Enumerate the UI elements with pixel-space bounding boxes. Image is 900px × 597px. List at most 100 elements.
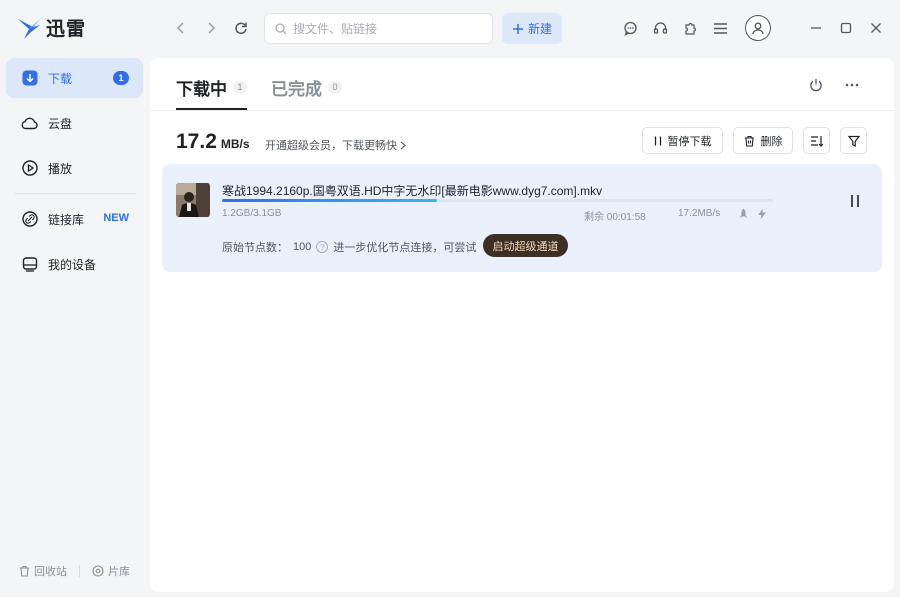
- user-avatar[interactable]: [745, 15, 771, 41]
- sidebar-item-cloud[interactable]: 云盘: [6, 103, 143, 143]
- task-progress-fill: [222, 199, 437, 202]
- node-count-label: 原始节点数：: [222, 242, 288, 254]
- support-button[interactable]: [650, 18, 670, 38]
- more-options-button[interactable]: [842, 75, 862, 95]
- sort-icon: [811, 135, 823, 147]
- sidebar-item-label: 播放: [48, 161, 73, 176]
- sidebar-item-play[interactable]: 播放: [6, 148, 143, 188]
- filter-button[interactable]: [840, 127, 867, 154]
- super-channel-button[interactable]: 启动超级通道: [483, 234, 568, 257]
- tab-divider: [150, 110, 894, 111]
- search-box[interactable]: [264, 13, 493, 44]
- lightning-icon: [755, 207, 769, 221]
- task-remaining-time: 剩余 00:01:58: [584, 212, 646, 223]
- filter-icon: [847, 135, 860, 147]
- minimize-icon: [811, 27, 821, 29]
- device-icon: [21, 256, 38, 273]
- sidebar-item-my-devices[interactable]: 我的设备: [6, 244, 143, 284]
- chevron-right-icon: [400, 141, 406, 149]
- minimize-button[interactable]: [806, 18, 826, 38]
- plugin-button[interactable]: [680, 18, 700, 38]
- speed-value: 17.2: [176, 130, 217, 153]
- sidebar-item-label: 云盘: [48, 116, 73, 131]
- chat-bubble-icon: [623, 21, 637, 36]
- pause-icon: [851, 195, 859, 207]
- download-tabs: 下载中 1 已完成 0: [176, 75, 342, 110]
- xunlei-bird-icon: [18, 18, 40, 39]
- refresh-icon: [235, 22, 247, 35]
- film-library-link[interactable]: 片库: [92, 563, 130, 579]
- sidebar: 下载 1 云盘 播放 链接库 NEW 我的设备 回收站 片库: [0, 56, 148, 597]
- search-input[interactable]: [293, 21, 473, 36]
- close-icon: [871, 23, 881, 33]
- back-button[interactable]: [171, 18, 191, 38]
- download-count-badge: 1: [113, 71, 129, 85]
- tab-label: 已完成: [271, 79, 322, 99]
- pause-all-button[interactable]: 暂停下载: [642, 127, 723, 154]
- new-tag: NEW: [103, 212, 129, 224]
- sidebar-item-label: 下载: [48, 71, 73, 86]
- more-dots-icon: [845, 83, 859, 87]
- sidebar-item-label: 链接库: [48, 212, 85, 227]
- sidebar-divider: [14, 193, 136, 194]
- sidebar-item-label: 我的设备: [48, 257, 97, 272]
- help-icon[interactable]: ?: [316, 241, 329, 253]
- power-icon: [810, 79, 822, 92]
- task-filename: 寒战1994.2160p.国粤双语.HD中字无水印[最新电影www.dyg7.c…: [222, 184, 603, 198]
- tab-count: 1: [233, 80, 247, 94]
- shutdown-after-download-button[interactable]: [806, 75, 826, 95]
- play-circle-icon: [21, 160, 38, 177]
- node-info: 原始节点数： 100 ? 进一步优化节点连接，可尝试: [222, 239, 476, 255]
- new-task-button[interactable]: 新建: [502, 13, 562, 44]
- tab-completed[interactable]: 已完成 0: [271, 75, 342, 99]
- vip-upsell-text: 开通超级会员，下载更畅快: [265, 140, 397, 152]
- trash-icon: [20, 565, 29, 577]
- user-icon: [752, 22, 764, 35]
- app-brand: 迅雷: [46, 19, 87, 40]
- tab-count: 0: [328, 80, 342, 94]
- search-icon: [275, 22, 287, 34]
- sidebar-item-download[interactable]: 下载 1: [6, 58, 143, 98]
- total-speed: 17.2 MB/s: [176, 130, 250, 154]
- hamburger-menu-icon: [713, 22, 727, 34]
- close-button[interactable]: [866, 18, 886, 38]
- chevron-right-icon: [208, 22, 216, 34]
- maximize-button[interactable]: [836, 18, 856, 38]
- task-speed: 17.2MB/s: [678, 208, 721, 219]
- rocket-icon: [736, 207, 750, 221]
- sidebar-item-link-library[interactable]: 链接库 NEW: [6, 199, 143, 239]
- film-library-label: 片库: [108, 566, 130, 578]
- pause-icon: [654, 136, 661, 145]
- speed-unit: MB/s: [220, 137, 250, 151]
- maximize-icon: [840, 22, 852, 34]
- new-task-label: 新建: [527, 22, 552, 36]
- plus-icon: [512, 23, 523, 34]
- pause-all-label: 暂停下载: [667, 135, 712, 148]
- film-library-icon: [92, 565, 104, 577]
- top-bar: 迅雷 新建: [0, 0, 900, 56]
- trash-icon: [744, 135, 754, 147]
- tab-downloading[interactable]: 下载中 1: [176, 75, 247, 110]
- task-size: 1.2GB/3.1GB: [222, 208, 282, 219]
- forward-button[interactable]: [201, 18, 221, 38]
- download-panel: 下载中 1 已完成 0 17.2 MB/s 开通超级会员，下载更畅快 暂停下载 …: [150, 58, 894, 592]
- cloud-icon: [21, 115, 38, 132]
- menu-button[interactable]: [710, 18, 730, 38]
- recycle-bin-link[interactable]: 回收站: [19, 563, 67, 579]
- sort-button[interactable]: [803, 127, 830, 154]
- refresh-button[interactable]: [231, 18, 251, 38]
- task-progress-bar: [222, 199, 773, 202]
- message-button[interactable]: [620, 18, 640, 38]
- tab-label: 下载中: [176, 79, 227, 99]
- delete-label: 删除: [760, 135, 783, 148]
- optimize-hint: 进一步优化节点连接，可尝试: [333, 242, 477, 254]
- delete-button[interactable]: 删除: [733, 127, 793, 154]
- link-icon: [21, 211, 38, 228]
- vip-upsell-link[interactable]: 开通超级会员，下载更畅快: [265, 137, 406, 153]
- puzzle-icon: [684, 22, 696, 35]
- download-icon: [21, 70, 38, 87]
- footer-divider: [79, 565, 80, 577]
- sidebar-footer: 回收站 片库: [19, 563, 130, 579]
- task-pause-button[interactable]: [845, 191, 865, 211]
- download-task-row[interactable]: 寒战1994.2160p.国粤双语.HD中字无水印[最新电影www.dyg7.c…: [162, 164, 882, 272]
